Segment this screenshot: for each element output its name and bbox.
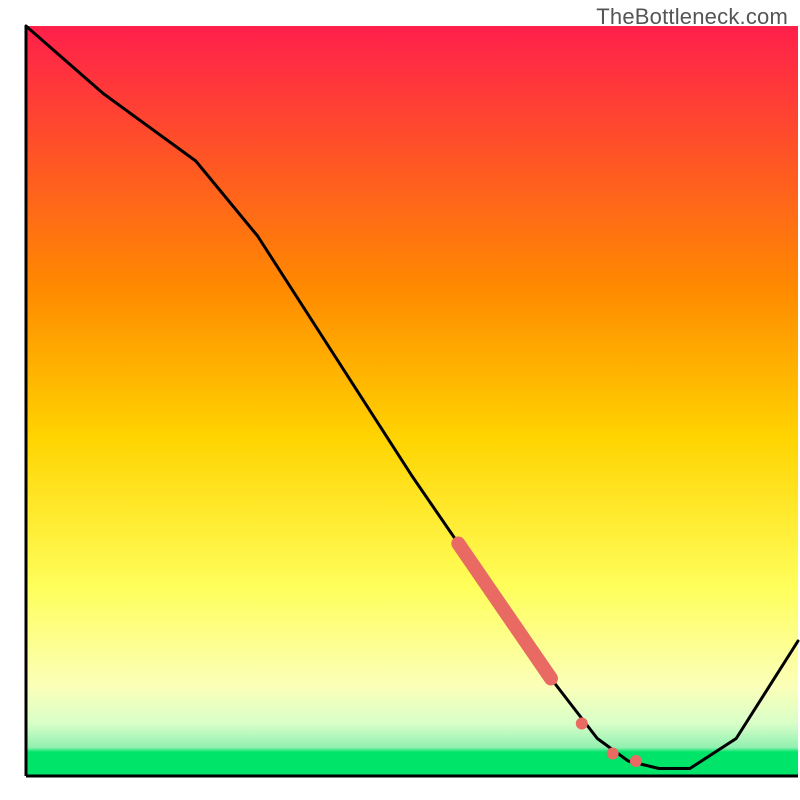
watermark-text: TheBottleneck.com <box>596 4 788 30</box>
plot-area <box>26 26 798 776</box>
marker-dot <box>630 755 642 767</box>
marker-dot <box>607 748 619 760</box>
marker-dot <box>576 718 588 730</box>
gradient-fill <box>26 26 798 776</box>
bottleneck-chart <box>0 0 800 800</box>
chart-container: TheBottleneck.com <box>0 0 800 800</box>
